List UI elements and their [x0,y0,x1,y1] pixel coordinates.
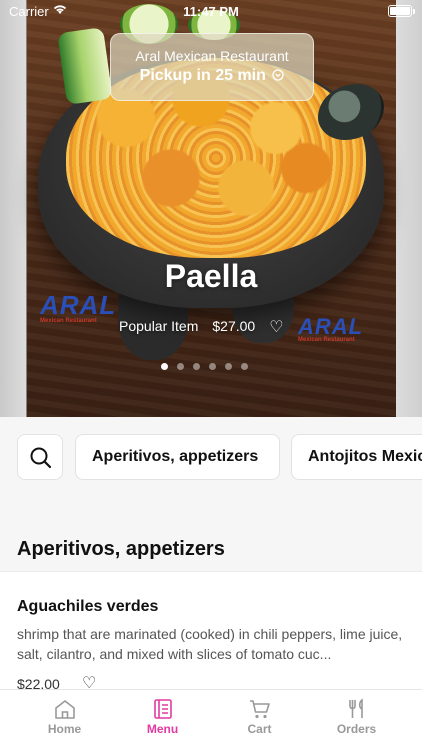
carousel-dot[interactable] [209,363,216,370]
search-icon [30,447,52,469]
carousel-dot[interactable] [193,363,200,370]
tab-menu[interactable]: Menu [110,690,215,751]
carousel-dot[interactable] [161,363,168,370]
cart-icon [249,700,270,719]
carousel-dot[interactable] [177,363,184,370]
tab-label: Home [47,722,82,736]
favorite-heart-icon[interactable]: ♡ [269,319,283,336]
restaurant-name: Aral Mexican Restaurant [135,48,289,64]
clock: 11:47 PM [183,4,239,19]
tab-home[interactable]: Home [12,690,117,751]
section-heading: Aperitivos, appetizers [17,538,225,560]
carousel-dots[interactable] [161,357,257,370]
chevron-down-icon [272,69,285,81]
menu-item-card[interactable]: Aguachiles verdes shrimp that are marina… [0,571,422,692]
aral-logo: ARAL Mexican Restaurant [40,290,117,324]
tab-cart[interactable]: Cart [207,690,312,751]
carousel-dot[interactable] [225,363,232,370]
aral-logo: ARAL Mexican Restaurant [298,314,364,343]
pickup-eta: Pickup in 25 min [111,67,313,85]
tab-label: Menu [146,722,179,736]
tab-label: Orders [336,722,377,736]
tab-orders[interactable]: Orders [304,690,409,751]
category-chip[interactable]: Antojitos Mexicanos [291,434,422,480]
featured-price: $27.00 [212,318,256,334]
search-button[interactable] [17,434,63,480]
carousel-dot[interactable] [241,363,248,370]
category-bar: Aperitivos, appetizers Antojitos Mexican… [0,417,422,497]
hero-banner[interactable]: ARAL Mexican Restaurant ARAL Mexican Resta… [0,0,422,417]
orders-icon [348,698,363,718]
item-name: Aguachiles verdes [17,598,159,615]
tab-label: Cart [247,722,272,736]
featured-item-meta: Popular Item $27.00 ♡ [119,316,284,336]
battery-icon [388,5,415,17]
menu-icon [153,699,172,719]
item-description: shrimp that are marinated (cooked) in ch… [17,626,403,662]
status-bar: Carrier 11:47 PM [0,0,422,22]
tab-bar: Home Menu Cart Orders [0,689,422,751]
featured-item-title: Paella [164,258,258,294]
cucumber-garnish [57,27,113,105]
home-icon [54,700,75,719]
pickup-selector[interactable]: Aral Mexican Restaurant Pickup in 25 min [110,33,314,101]
category-chip[interactable]: Aperitivos, appetizers [75,434,280,480]
popular-badge: Popular Item [119,318,199,334]
